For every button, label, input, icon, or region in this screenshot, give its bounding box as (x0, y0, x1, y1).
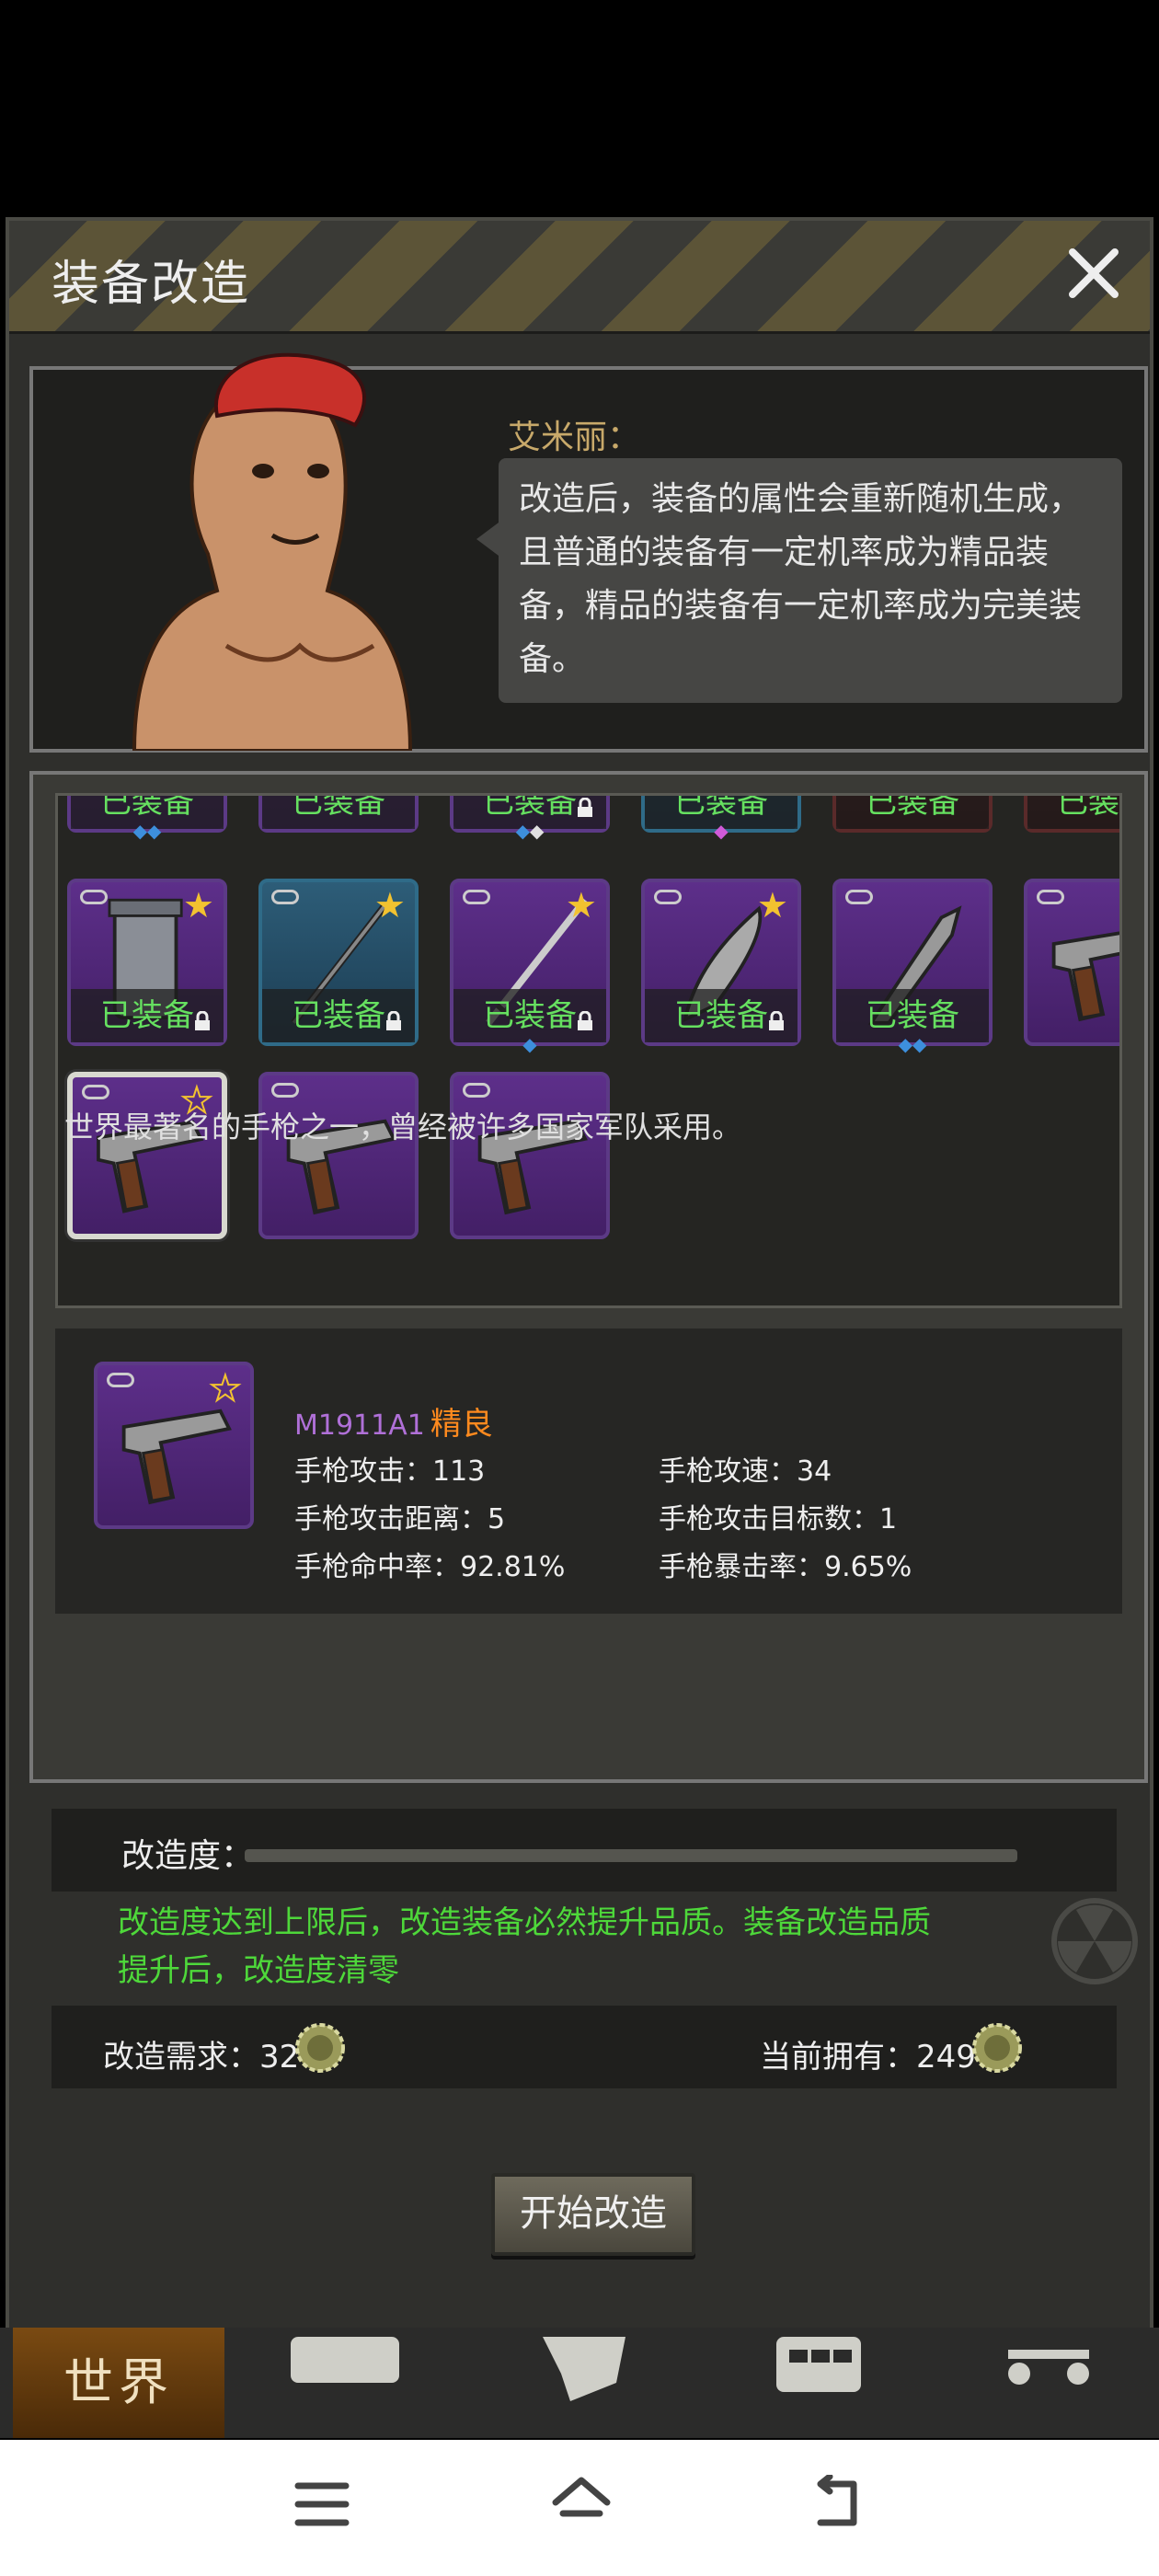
equipped-label: 已装备 (836, 796, 989, 829)
stat-range: 手枪攻击距离：5 (294, 1503, 506, 1535)
start-modify-button[interactable]: 开始改造 (491, 2173, 695, 2256)
pistol-icon (286, 1119, 396, 1215)
gem-sockets: ◆◆ (71, 822, 224, 840)
gem-blue-icon: ◆ (147, 820, 162, 842)
building-icon[interactable] (773, 2337, 865, 2401)
gem-pink-icon: ◆ (714, 820, 729, 842)
npc-portrait (132, 352, 413, 751)
stat-targets: 手枪攻击目标数：1 (659, 1503, 898, 1535)
npc-name: 艾米丽： (508, 419, 641, 456)
equipped-label: 已装备 (1027, 796, 1119, 829)
gem-blue-icon: ◆ (132, 820, 147, 842)
inventory-slot[interactable]: ★ 已装备 (641, 879, 801, 1046)
equipped-label: 已装备 (262, 796, 415, 829)
lock-icon (386, 1011, 401, 1030)
pistol-icon (121, 1409, 232, 1505)
gem-white-icon: ◆ (530, 820, 545, 842)
lock-icon (769, 1011, 784, 1030)
inventory-grid: 已装备◆◆已装备已装备◆◆已装备◆已装备已装备★已装备★已装备★已装备◆★已装备… (55, 793, 1122, 1308)
inventory-slot[interactable]: 已装备 (832, 796, 993, 833)
inventory-slot[interactable]: 已装备 ◆◆ (67, 796, 227, 840)
backpack-icon[interactable] (285, 2337, 405, 2392)
bottle-cap-icon (972, 2023, 1022, 2073)
inventory-slot[interactable]: ★ 已装备 (67, 879, 227, 1046)
star-icon: ★ (373, 885, 406, 926)
item-detail-icon: ★ (94, 1362, 254, 1529)
menu-icon[interactable] (293, 2478, 351, 2530)
star-icon: ★ (182, 885, 214, 926)
game-bottom-nav: 世界 (0, 2328, 1159, 2438)
vehicle-icon[interactable] (1003, 2342, 1095, 2398)
pistol-icon (1051, 931, 1119, 1022)
system-nav-bar (0, 2440, 1159, 2576)
modification-progress-bar (245, 1849, 1017, 1862)
item-description: 世界最著名的手枪之一，曾经被许多国家军队采用。 (64, 1110, 742, 1144)
back-icon[interactable] (808, 2475, 868, 2534)
dialog-title: 装备改造 (52, 257, 251, 312)
modification-hint: 改造度达到上限后，改造装备必然提升品质。装备改造品质提升后，改造度清零 (118, 1904, 931, 1989)
gem-sockets: ◆◆ (453, 822, 606, 840)
nav-world[interactable]: 世界 (13, 2328, 224, 2438)
owned-label: 当前拥有：249 (760, 2039, 976, 2076)
item-detail: ★ M1911A1 精良 手枪攻击：113 手枪攻速：34 手枪攻击距离：5 手枪… (55, 1328, 1122, 1614)
inventory-slot[interactable] (450, 1072, 610, 1239)
inventory-slot[interactable] (1024, 879, 1119, 1046)
character-icon[interactable] (534, 2337, 635, 2401)
inventory-slot[interactable]: ★ (67, 1072, 227, 1239)
inventory-slot[interactable]: 已装备 ◆◆ (450, 796, 610, 840)
gem-blue-icon: ◆ (898, 1033, 912, 1055)
inventory-slot[interactable]: ★ 已装备 (258, 879, 419, 1046)
pistol-icon (477, 1119, 588, 1215)
stat-crit: 手枪暴击率：9.65% (659, 1551, 912, 1583)
gem-sockets: ◆ (453, 1035, 606, 1053)
cost-label: 改造需求：32 (103, 2039, 300, 2076)
radiation-icon (1051, 1898, 1138, 1984)
modification-progress-box: 改造度： (52, 1809, 1117, 1892)
inventory-slot[interactable] (258, 1072, 419, 1239)
item-model: M1911A1 (294, 1409, 425, 1442)
npc-speech: 改造后，装备的属性会重新随机生成，且普通的装备有一定机率成为精品装备，精品的装备… (476, 458, 1122, 703)
stat-hit: 手枪命中率：92.81% (294, 1551, 566, 1583)
home-icon[interactable] (548, 2473, 614, 2532)
inventory-slot[interactable]: ★ 已装备 ◆ (450, 879, 610, 1053)
inventory-panel: 已装备◆◆已装备已装备◆◆已装备◆已装备已装备★已装备★已装备★已装备◆★已装备… (29, 771, 1148, 1783)
bottle-cap-icon (295, 2023, 345, 2073)
stat-attack: 手枪攻击：113 (294, 1455, 486, 1488)
gem-blue-icon: ◆ (515, 820, 530, 842)
close-icon[interactable] (1061, 241, 1126, 305)
inventory-slot[interactable]: 已装备 ◆ (641, 796, 801, 840)
stat-speed: 手枪攻速：34 (659, 1455, 832, 1488)
inventory-slot[interactable]: 已装备 (1024, 796, 1119, 833)
item-quality: 精良 (430, 1406, 493, 1443)
gem-sockets: ◆◆ (836, 1035, 989, 1053)
modification-label: 改造度： (121, 1837, 255, 1875)
lock-icon (578, 1011, 592, 1030)
star-icon: ★ (565, 885, 597, 926)
lock-icon (578, 798, 592, 817)
item-name: M1911A1 精良 (294, 1398, 493, 1443)
lock-icon (195, 1011, 210, 1030)
title-bar: 装备改造 (9, 221, 1150, 334)
cost-box: 改造需求：32 当前拥有：249 (52, 2006, 1117, 2088)
gem-sockets: ◆ (645, 822, 798, 840)
inventory-slot[interactable]: 已装备 (258, 796, 419, 833)
gem-blue-icon: ◆ (912, 1033, 927, 1055)
star-icon: ★ (756, 885, 788, 926)
inventory-slot[interactable]: 已装备 ◆◆ (832, 879, 993, 1053)
gem-blue-icon: ◆ (522, 1033, 537, 1055)
npc-panel: 艾米丽： 改造后，装备的属性会重新随机生成，且普通的装备有一定机率成为精品装备，… (29, 352, 1148, 753)
